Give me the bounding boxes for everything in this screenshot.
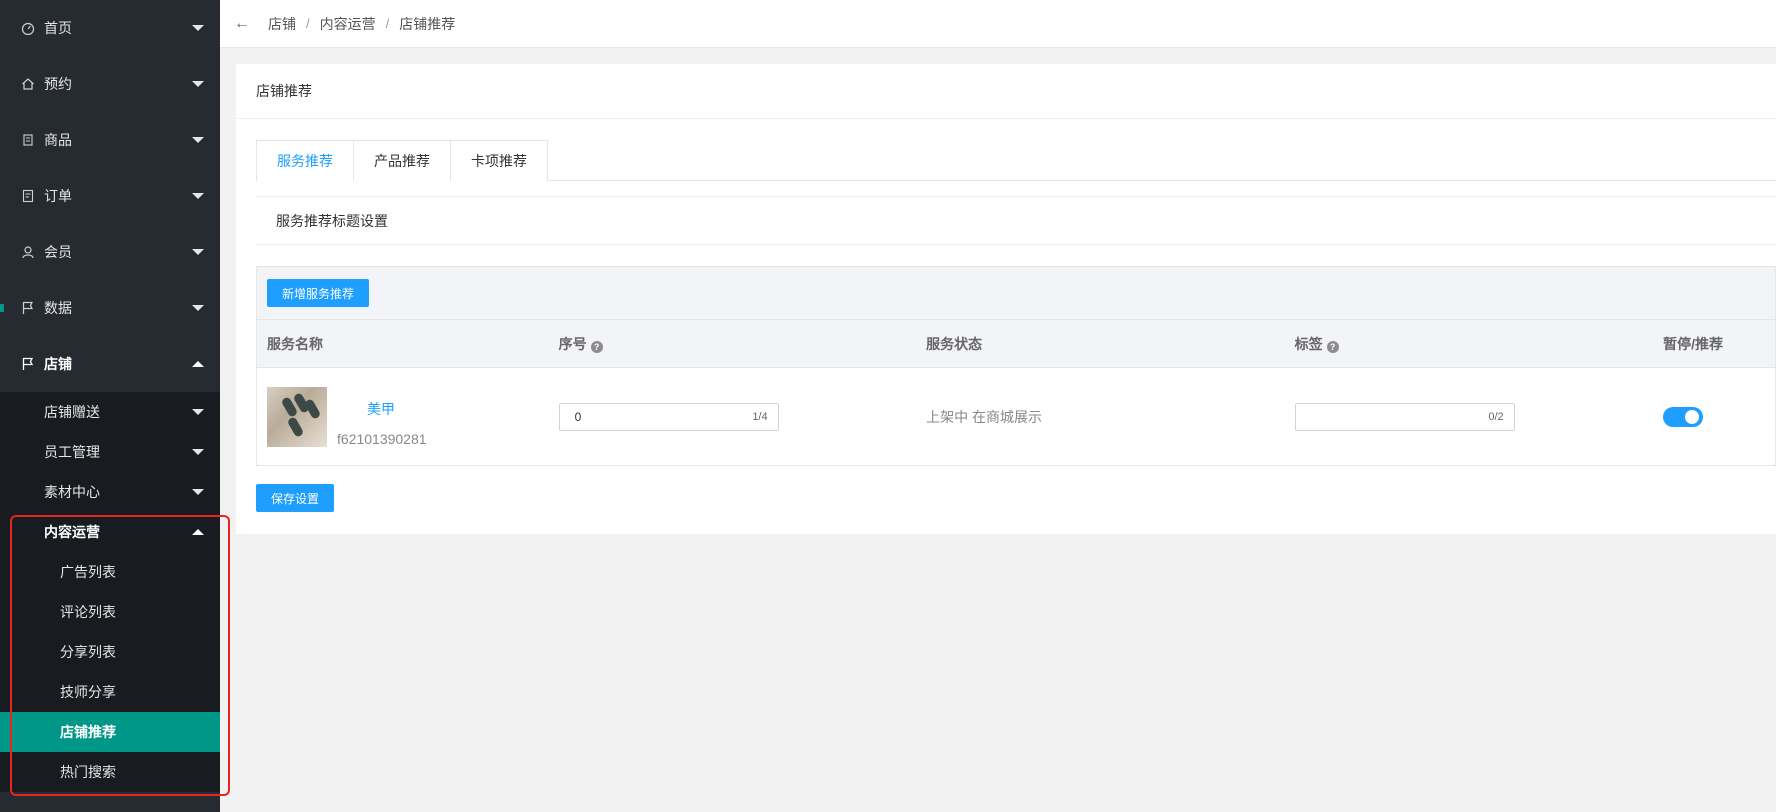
tab-card-recommend[interactable]: 卡项推荐 [450, 140, 548, 181]
service-thumbnail [267, 386, 327, 447]
tab-service-recommend[interactable]: 服务推荐 [256, 140, 354, 182]
cell-order: 0 1/4 [557, 402, 925, 431]
menu-item-ad-list[interactable]: 广告列表 [0, 552, 220, 592]
col-service-name: 服务名称 [257, 334, 557, 354]
menu-item-store-recommend[interactable]: 店铺推荐 [0, 712, 220, 752]
member-icon [20, 244, 36, 260]
col-label: 服务名称 [267, 335, 323, 352]
flag-icon [20, 300, 36, 316]
nav-item-booking[interactable]: 预约 [0, 56, 220, 112]
menu-item-comment-list[interactable]: 评论列表 [0, 592, 220, 632]
order-icon [20, 188, 36, 204]
indicator-mark [0, 304, 4, 312]
col-tag: 标签? [1293, 334, 1662, 354]
cell-tag: 0/2 [1293, 402, 1662, 431]
nav-label: 会员 [44, 244, 72, 260]
nav-item-orders[interactable]: 订单 [0, 168, 220, 224]
recommend-table: 新增服务推荐 服务名称 序号? 服务状态 标签? 暂停/推荐 美甲 f62101… [256, 266, 1776, 466]
table-header: 服务名称 序号? 服务状态 标签? 暂停/推荐 [257, 320, 1775, 368]
nav-label: 店铺 [44, 356, 72, 372]
col-pause-recommend: 暂停/推荐 [1661, 334, 1775, 354]
nav-item-home[interactable]: 首页 [0, 0, 220, 56]
submenu-label: 店铺赠送 [44, 404, 100, 420]
nav-item-data[interactable]: 数据 [0, 280, 220, 336]
submenu-item-content-ops[interactable]: 内容运营 [0, 512, 220, 552]
submenu-label: 内容运营 [44, 524, 100, 540]
tag-input[interactable]: 0/2 [1294, 402, 1515, 431]
toggle-knob [1685, 409, 1700, 424]
breadcrumb-item[interactable]: 店铺 [268, 14, 296, 34]
card-title: 店铺推荐 [236, 64, 1776, 119]
order-value: 0 [574, 409, 582, 424]
menu-item-hot-search[interactable]: 热门搜索 [0, 752, 220, 792]
nav-item-members[interactable]: 会员 [0, 224, 220, 280]
chevron-down-icon [192, 449, 204, 455]
submenu-label: 素材中心 [44, 484, 100, 500]
chevron-down-icon [192, 25, 204, 31]
chevron-down-icon [192, 409, 204, 415]
chevron-down-icon [192, 81, 204, 87]
breadcrumb-item[interactable]: 内容运营 [320, 14, 376, 34]
chevron-down-icon [192, 249, 204, 255]
breadcrumb-separator: / [306, 16, 310, 31]
service-text: 美甲 f62101390281 [337, 387, 537, 447]
col-status: 服务状态 [924, 334, 1293, 354]
submenu-label: 员工管理 [44, 444, 100, 460]
nav-label: 商品 [44, 132, 72, 148]
help-icon[interactable]: ? [1326, 340, 1339, 353]
chevron-up-icon [192, 361, 204, 367]
home-icon [20, 76, 36, 92]
store-submenu: 店铺赠送 员工管理 素材中心 内容运营 广告列表 评论列表 分享列表 技师分享 … [0, 392, 220, 792]
nav-label: 预约 [44, 76, 72, 92]
nav-label: 订单 [44, 188, 72, 204]
col-order: 序号? [557, 334, 925, 354]
table-row: 美甲 f62101390281 0 1/4 上架中 在商城展示 0/2 [257, 368, 1775, 465]
menu-item-tech-share[interactable]: 技师分享 [0, 672, 220, 712]
nav-label: 首页 [44, 20, 72, 36]
col-label: 序号 [558, 335, 587, 352]
service-name-link[interactable]: 美甲 [367, 399, 395, 419]
cell-toggle [1661, 406, 1775, 427]
goods-icon [20, 132, 36, 148]
save-settings-button[interactable]: 保存设置 [256, 484, 335, 512]
chevron-up-icon [192, 529, 204, 535]
service-info: 美甲 f62101390281 [267, 386, 557, 447]
breadcrumb-item-current: 店铺推荐 [399, 15, 456, 32]
order-char-count: 1/4 [752, 410, 768, 423]
add-service-recommend-button[interactable]: 新增服务推荐 [267, 279, 370, 307]
submenu-item-store-gift[interactable]: 店铺赠送 [0, 392, 220, 432]
breadcrumb-separator: / [385, 16, 390, 31]
table-toolbar: 新增服务推荐 [257, 267, 1775, 320]
chevron-down-icon [192, 137, 204, 143]
flag-icon [20, 356, 36, 372]
help-icon[interactable]: ? [590, 340, 603, 353]
recommend-toggle[interactable] [1663, 406, 1704, 427]
nav-item-goods[interactable]: 商品 [0, 112, 220, 168]
sidebar: 首页 预约 商品 订单 会员 数据 店铺 店铺赠送 员工管理 素材中心 内容运营… [0, 0, 220, 812]
section-subtitle: 服务推荐标题设置 [256, 196, 1776, 245]
submenu-item-materials[interactable]: 素材中心 [0, 472, 220, 512]
service-code: f62101390281 [337, 430, 427, 447]
cell-service: 美甲 f62101390281 [257, 386, 557, 447]
col-label: 暂停/推荐 [1663, 335, 1724, 352]
chevron-down-icon [192, 193, 204, 199]
chevron-down-icon [192, 489, 204, 495]
main-card: 店铺推荐 服务推荐 产品推荐 卡项推荐 服务推荐标题设置 新增服务推荐 服务名称… [236, 64, 1776, 534]
col-label: 服务状态 [926, 335, 983, 352]
gauge-icon [20, 20, 36, 36]
back-arrow-icon[interactable]: ← [234, 15, 250, 33]
nav-label: 数据 [44, 300, 72, 316]
tag-char-count: 0/2 [1488, 410, 1504, 423]
chevron-down-icon [192, 305, 204, 311]
tab-product-recommend[interactable]: 产品推荐 [353, 140, 451, 181]
menu-item-share-list[interactable]: 分享列表 [0, 632, 220, 672]
cell-status: 上架中 在商城展示 [924, 407, 1293, 427]
tab-bar: 服务推荐 产品推荐 卡项推荐 [256, 140, 1776, 182]
col-label: 标签 [1294, 335, 1323, 352]
submenu-item-staff[interactable]: 员工管理 [0, 432, 220, 472]
header-bar: ← 店铺 / 内容运营 / 店铺推荐 [220, 0, 1776, 48]
service-status: 上架中 在商城展示 [926, 408, 1043, 425]
nav-item-store[interactable]: 店铺 [0, 336, 220, 392]
order-input[interactable]: 0 1/4 [558, 402, 779, 431]
